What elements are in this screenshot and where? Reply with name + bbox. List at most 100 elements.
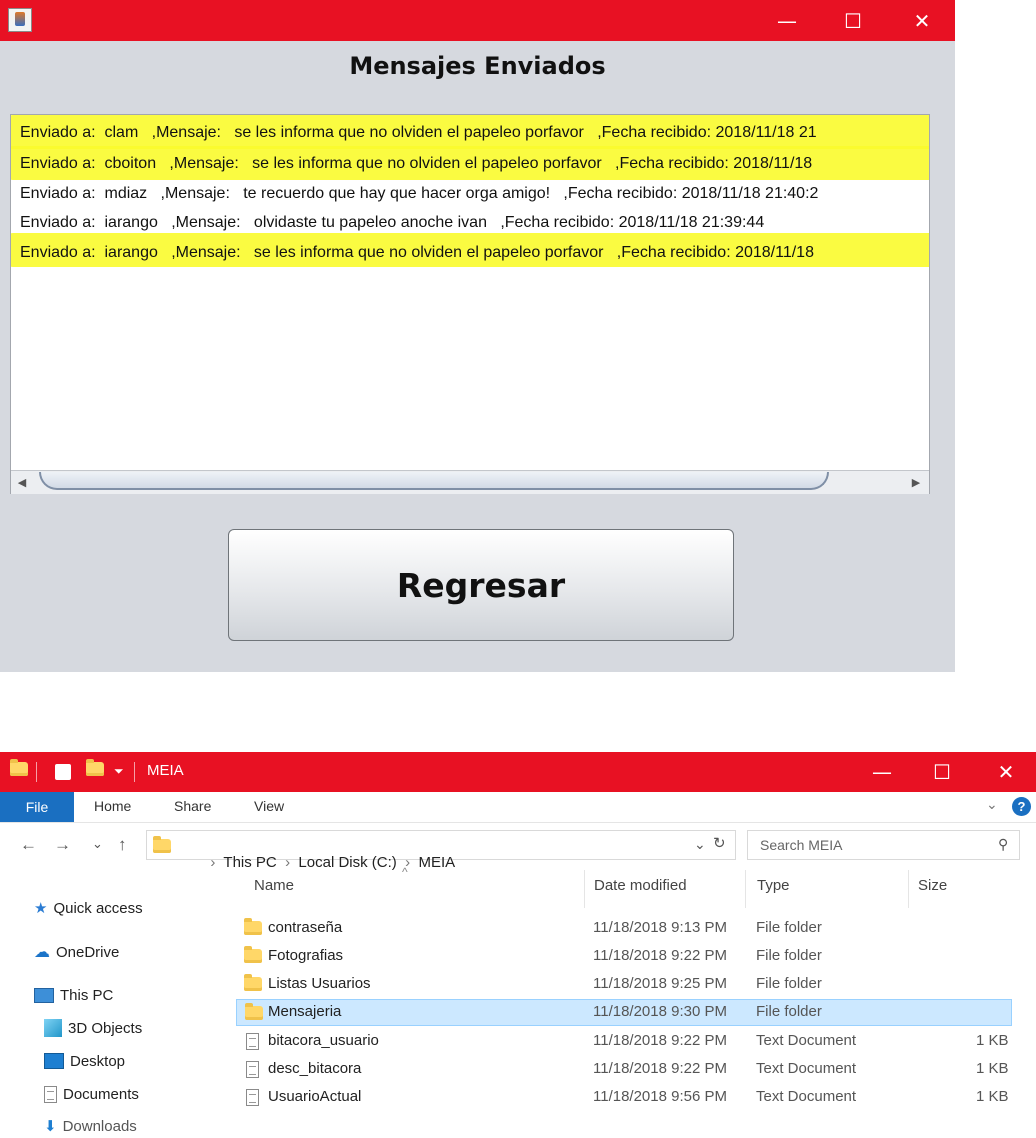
close-button[interactable]: ✕ (892, 0, 952, 41)
table-row[interactable]: desc_bitacora 11/18/2018 9:22 PM Text Do… (236, 1056, 1012, 1083)
close-button[interactable]: ✕ (976, 752, 1036, 792)
divider (36, 762, 37, 782)
up-arrow-icon[interactable]: ↑ (118, 835, 127, 855)
explorer-window: ⏷ MEIA — ☐ ✕ File Home Share View ⌄ ? ← … (0, 752, 1036, 1135)
cloud-icon: ☁ (34, 944, 50, 961)
new-folder-icon[interactable] (86, 759, 104, 782)
navigation-bar: ← → ⌄ ↑ › This PC › Local Disk (C:) › ME… (0, 824, 1036, 871)
sidebar-item-onedrive[interactable]: ☁ OneDrive (34, 940, 119, 964)
breadcrumb-this-pc[interactable]: This PC (223, 854, 276, 871)
file-type: Text Document (756, 1060, 857, 1077)
column-header-name[interactable]: Name (254, 877, 294, 894)
back-button[interactable]: Regresar (228, 529, 734, 641)
table-row[interactable]: Fotografias 11/18/2018 9:22 PM File fold… (236, 943, 1012, 970)
file-size: 1 KB (976, 1032, 1009, 1049)
table-row[interactable]: UsuarioActual 11/18/2018 9:56 PM Text Do… (236, 1084, 1012, 1111)
ribbon: File Home Share View ⌄ ? (0, 792, 1036, 823)
back-arrow-icon[interactable]: ← (20, 835, 37, 855)
messages-window: — ☐ ✕ Mensajes Enviados Enviado a: clam … (0, 0, 955, 672)
file-date: 11/18/2018 9:13 PM (593, 919, 727, 936)
breadcrumb-meia[interactable]: MEIA (418, 854, 455, 871)
list-item[interactable]: Enviado a: iarango ,Mensaje: olvidaste t… (11, 208, 929, 238)
horizontal-scrollbar[interactable]: ◀ ▶ (11, 470, 929, 494)
scroll-thumb[interactable] (39, 472, 829, 490)
forward-arrow-icon[interactable]: → (54, 835, 71, 855)
column-divider (745, 870, 746, 908)
scroll-right-icon[interactable]: ▶ (907, 474, 925, 490)
list-item[interactable]: Enviado a: iarango ,Mensaje: se les info… (11, 238, 929, 268)
customize-toolbar-icon[interactable]: ⏷ (114, 764, 124, 784)
window-title: MEIA (147, 762, 184, 779)
folder-icon (244, 974, 262, 995)
file-type: Text Document (756, 1032, 857, 1049)
messages-list[interactable]: Enviado a: clam ,Mensaje: se les informa… (10, 114, 930, 494)
file-size: 1 KB (976, 1060, 1009, 1077)
table-row[interactable]: bitacora_usuario 11/18/2018 9:22 PM Text… (236, 1028, 1012, 1055)
file-type: File folder (756, 947, 822, 964)
minimize-button[interactable]: — (757, 0, 817, 41)
text-document-icon (246, 1089, 259, 1110)
file-type: File folder (756, 919, 822, 936)
refresh-icon[interactable]: ↻ (713, 834, 726, 852)
folder-icon (10, 759, 28, 782)
tab-view[interactable]: View (254, 798, 284, 814)
maximize-button[interactable]: ☐ (912, 752, 972, 792)
desktop-icon (44, 1053, 64, 1069)
minimize-button[interactable]: — (852, 752, 912, 792)
folder-icon (245, 1003, 263, 1024)
properties-icon[interactable] (55, 764, 71, 780)
text-document-icon (246, 1033, 259, 1054)
column-divider (908, 870, 909, 908)
page-title: Mensajes Enviados (349, 52, 606, 80)
computer-icon (34, 987, 54, 1003)
file-size: 1 KB (976, 1088, 1009, 1105)
file-name: Mensajeria (268, 1003, 342, 1020)
file-date: 11/18/2018 9:22 PM (593, 947, 727, 964)
tab-share[interactable]: Share (174, 798, 211, 814)
sort-ascending-icon: ^ (402, 865, 408, 879)
breadcrumb-local-disk[interactable]: Local Disk (C:) (298, 854, 396, 871)
search-placeholder: Search MEIA (760, 837, 843, 853)
file-type: File folder (756, 975, 822, 992)
column-header-type[interactable]: Type (757, 877, 790, 894)
column-divider (584, 870, 585, 908)
title-bar: — ☐ ✕ (0, 0, 955, 41)
address-bar[interactable]: › This PC › Local Disk (C:) › MEIA ⌄ ↻ (146, 830, 736, 871)
sidebar-item-quick-access[interactable]: ★ Quick access (34, 896, 143, 920)
column-header-date[interactable]: Date modified (594, 877, 687, 894)
explorer-title-bar: ⏷ MEIA — ☐ ✕ (0, 752, 1036, 792)
star-icon: ★ (34, 900, 48, 917)
file-date: 11/18/2018 9:30 PM (593, 1003, 727, 1020)
table-row[interactable]: Listas Usuarios 11/18/2018 9:25 PM File … (236, 971, 1012, 998)
help-icon[interactable]: ? (1012, 797, 1031, 816)
recent-locations-icon[interactable]: ⌄ (92, 836, 103, 852)
table-row[interactable]: contraseña 11/18/2018 9:13 PM File folde… (236, 915, 1012, 942)
sidebar-item-3d-objects[interactable]: 3D Objects (44, 1016, 142, 1040)
sidebar-item-label: Documents (63, 1085, 139, 1103)
sidebar-item-documents[interactable]: Documents (44, 1082, 139, 1106)
java-app-icon (8, 8, 32, 32)
column-header-size[interactable]: Size (918, 877, 947, 894)
search-icon[interactable]: ⚲ (998, 836, 1008, 853)
folder-icon (153, 836, 171, 853)
list-item[interactable]: Enviado a: cboiton ,Mensaje: se les info… (11, 149, 929, 179)
file-type: Text Document (756, 1088, 857, 1105)
sidebar-item-label: 3D Objects (68, 1019, 143, 1037)
folder-icon (244, 946, 262, 967)
cube-icon (44, 1019, 62, 1037)
sidebar-item-desktop[interactable]: Desktop (44, 1049, 125, 1073)
expand-ribbon-icon[interactable]: ⌄ (986, 796, 998, 813)
file-name: bitacora_usuario (268, 1032, 379, 1049)
tab-home[interactable]: Home (94, 798, 131, 814)
sidebar-item-downloads[interactable]: ⬇ Downloads (44, 1114, 137, 1138)
list-item[interactable]: Enviado a: mdiaz ,Mensaje: te recuerdo q… (11, 179, 929, 209)
search-input[interactable]: Search MEIA ⚲ (747, 830, 1020, 860)
sidebar-item-this-pc[interactable]: This PC (34, 983, 113, 1007)
tab-file[interactable]: File (0, 792, 74, 822)
scroll-left-icon[interactable]: ◀ (13, 474, 31, 490)
address-dropdown-icon[interactable]: ⌄ (694, 836, 706, 853)
file-date: 11/18/2018 9:25 PM (593, 975, 727, 992)
maximize-button[interactable]: ☐ (823, 0, 883, 41)
list-item[interactable]: Enviado a: clam ,Mensaje: se les informa… (11, 118, 929, 148)
table-row-selected[interactable]: Mensajeria 11/18/2018 9:30 PM File folde… (236, 999, 1012, 1026)
